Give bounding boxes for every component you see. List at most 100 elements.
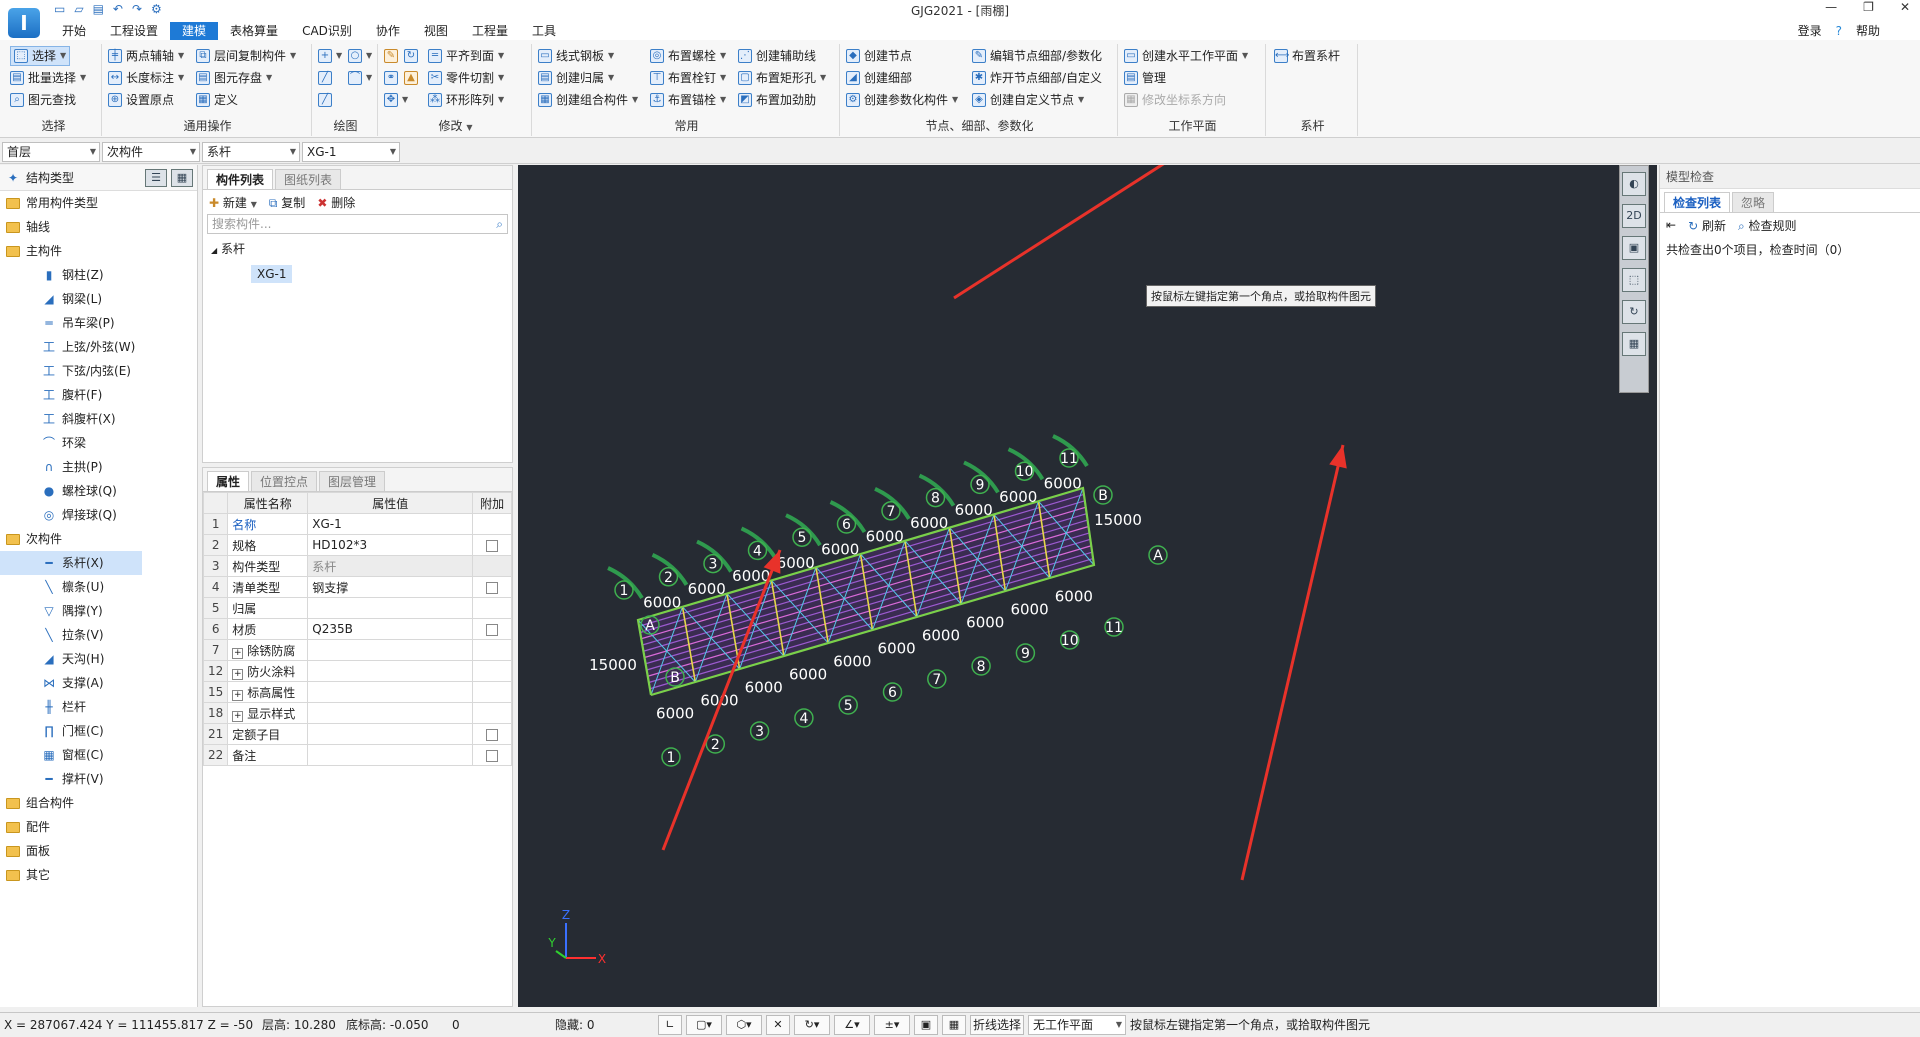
place-anchor-button[interactable]: ⚓ 布置锚栓 ▼ <box>650 90 726 110</box>
extra-checkbox[interactable] <box>486 623 499 636</box>
tree-item[interactable]: 主构件 <box>0 239 197 263</box>
polyline-select-button[interactable]: 折线选择 <box>970 1015 1024 1035</box>
restore-button[interactable]: ❐ <box>1863 0 1874 14</box>
point-draw-button[interactable]: + ▼ <box>318 46 342 66</box>
place-rect-hole-button[interactable]: ▢ 布置矩形孔 ▼ <box>738 68 826 88</box>
tree-item[interactable]: ∏ 门框(C) <box>0 719 197 743</box>
tree-item[interactable]: ▦ 窗框(C) <box>0 743 197 767</box>
orbit-icon[interactable]: ↻ <box>1622 300 1646 324</box>
tree-item[interactable]: ╫ 栏杆 <box>0 695 197 719</box>
tree-item[interactable]: 工腹杆(F) <box>0 383 197 407</box>
linear-plate-button[interactable]: ▭ 线式钢板 ▼ <box>538 46 614 66</box>
tree-item[interactable]: ━ 系杆(X) <box>0 551 142 575</box>
ring-array-button[interactable]: ⁂ 环形阵列 ▼ <box>428 90 504 110</box>
property-row[interactable]: 4 清单类型 钢支撑 <box>202 576 512 598</box>
tree-item[interactable]: ▮ 钢柱(Z) <box>0 263 197 287</box>
property-value[interactable] <box>307 660 474 682</box>
mirror-button[interactable]: ▲ <box>404 68 418 88</box>
extra-checkbox[interactable] <box>486 749 499 762</box>
explode-node-button[interactable]: ✱ 炸开节点细部/自定义 <box>972 68 1102 88</box>
define-button[interactable]: ▦ 定义 <box>196 90 238 110</box>
tab-drawing-list[interactable]: 图纸列表 <box>275 169 342 189</box>
place-stiffener-button[interactable]: ◩ 布置加劲肋 <box>738 90 816 110</box>
tab-component-list[interactable]: 构件列表 <box>207 169 274 189</box>
brush-button[interactable]: ✎ <box>384 46 398 66</box>
place-tie-rod-button[interactable]: ⟷ 布置系杆 <box>1274 46 1340 66</box>
align-to-face-button[interactable]: ═ 平齐到面 ▼ <box>428 46 504 66</box>
tree-item[interactable]: 工上弦/外弦(W) <box>0 335 197 359</box>
property-row[interactable]: 15 + 标高属性 <box>202 681 512 703</box>
expand-icon[interactable]: + <box>232 710 244 722</box>
place-bolt-button[interactable]: ◎ 布置螺栓 ▼ <box>650 46 726 66</box>
check-rules-button[interactable]: ⌕ 检查规则 <box>1738 217 1797 234</box>
tree-item[interactable]: 其它 <box>0 863 197 887</box>
tree-item[interactable]: 面板 <box>0 839 197 863</box>
menu-tools[interactable]: 工具 <box>520 22 568 40</box>
menu-cad-recognition[interactable]: CAD识别 <box>290 22 364 40</box>
polyline-draw-button[interactable]: ⌒ ▼ <box>348 68 372 88</box>
property-row[interactable]: 18 + 显示样式 <box>202 702 512 724</box>
extra-checkbox[interactable] <box>486 539 499 552</box>
property-value[interactable]: 系杆 <box>307 555 474 577</box>
menu-collaboration[interactable]: 协作 <box>364 22 412 40</box>
group-button[interactable]: ⚭ <box>384 68 398 88</box>
grid-view-icon[interactable]: ▦ <box>171 168 193 187</box>
model-canvas[interactable]: 6000 6000 6000 6000 6000 6000 6000 6000 6000 6000… <box>518 165 1657 1007</box>
menu-modeling[interactable]: 建模 <box>170 22 219 40</box>
render-mode-icon[interactable]: ◐ <box>1622 172 1646 196</box>
tree-item[interactable]: 次构件 <box>0 527 197 551</box>
component-item-xg1[interactable]: XG-1 <box>251 265 293 283</box>
object-snap-icon[interactable]: ⬡▾ <box>726 1015 762 1035</box>
property-value[interactable]: HD102*3 <box>307 534 474 556</box>
view-cube-icon[interactable]: ▣ <box>1622 236 1646 260</box>
3d-viewport[interactable]: 6000 6000 6000 6000 6000 6000 6000 6000 6000 6000… <box>518 165 1657 1007</box>
create-ownership-button[interactable]: ▤ 创建归属 ▼ <box>538 68 614 88</box>
tree-item[interactable]: ∩ 主拱(P) <box>0 455 197 479</box>
tab-ignore[interactable]: 忽略 <box>1732 192 1775 212</box>
set-origin-button[interactable]: ⊕ 设置原点 <box>108 90 174 110</box>
create-assembly-button[interactable]: ▦ 创建组合构件 ▼ <box>538 90 638 110</box>
property-value[interactable] <box>307 681 474 703</box>
property-value[interactable] <box>307 702 474 724</box>
create-horizontal-workplane-button[interactable]: ▭ 创建水平工作平面 ▼ <box>1124 46 1248 66</box>
type-select[interactable]: 系杆 ▼ <box>202 142 300 162</box>
create-auxline-button[interactable]: ⋰ 创建辅助线 <box>738 46 816 66</box>
tree-item[interactable]: 工斜腹杆(X) <box>0 407 197 431</box>
modify-coord-direction-button[interactable]: ▦ 修改坐标系方向 <box>1124 90 1226 110</box>
floor-select[interactable]: 首层 ▼ <box>2 142 100 162</box>
create-param-component-button[interactable]: ⚙ 创建参数化构件 ▼ <box>846 90 958 110</box>
tree-item[interactable]: ═ 吊车梁(P) <box>0 311 197 335</box>
menu-table-quantity[interactable]: 表格算量 <box>218 22 290 40</box>
box-view-icon[interactable]: ⬚ <box>1622 268 1646 292</box>
refresh-button[interactable]: ↻ 刷新 <box>1688 217 1726 234</box>
tree-item[interactable]: ⋈ 支撑(A) <box>0 671 197 695</box>
tree-item[interactable]: ╲ 檩条(U) <box>0 575 197 599</box>
tab-position-controls[interactable]: 位置控点 <box>251 471 318 491</box>
2d-view-button[interactable]: 2D <box>1622 204 1646 228</box>
offset-icon[interactable]: ±▾ <box>874 1015 910 1035</box>
two-point-axis-button[interactable]: ╪ 两点辅轴 ▼ <box>108 46 184 66</box>
select-button[interactable]: ⬚ 选择 ▼ <box>10 46 71 66</box>
tree-item[interactable]: ⌒ 环梁 <box>0 431 197 455</box>
menu-quantity[interactable]: 工程量 <box>460 22 520 40</box>
property-value[interactable] <box>307 597 474 619</box>
expand-icon[interactable]: + <box>232 647 244 659</box>
component-select[interactable]: XG-1 ▼ <box>302 142 400 162</box>
element-find-button[interactable]: ⌕ 图元查找 <box>10 90 76 110</box>
place-stud-button[interactable]: ⊤ 布置栓钉 ▼ <box>650 68 726 88</box>
length-dimension-button[interactable]: ↔ 长度标注 ▼ <box>108 68 184 88</box>
tree-item[interactable]: 轴线 <box>0 215 197 239</box>
tree-item[interactable]: 工下弦/内弦(E) <box>0 359 197 383</box>
part-cut-button[interactable]: ✂ 零件切割 ▼ <box>428 68 504 88</box>
edit-node-detail-button[interactable]: ✎ 编辑节点细部/参数化 <box>972 46 1102 66</box>
tab-check-list[interactable]: 检查列表 <box>1664 192 1731 212</box>
line-draw-button[interactable]: ╱ <box>318 68 332 88</box>
ribbon-group-label[interactable]: 修改 ▼ <box>380 117 531 134</box>
tree-item[interactable]: ◢ 钢梁(L) <box>0 287 197 311</box>
property-value[interactable]: Q235B <box>307 618 474 640</box>
expand-icon[interactable]: + <box>232 668 244 680</box>
create-custom-node-button[interactable]: ◈ 创建自定义节点 ▼ <box>972 90 1084 110</box>
create-node-button[interactable]: ◆ 创建节点 <box>846 46 912 66</box>
rotate-button[interactable]: ↻ <box>404 46 418 66</box>
tab-properties[interactable]: 属性 <box>207 471 250 491</box>
